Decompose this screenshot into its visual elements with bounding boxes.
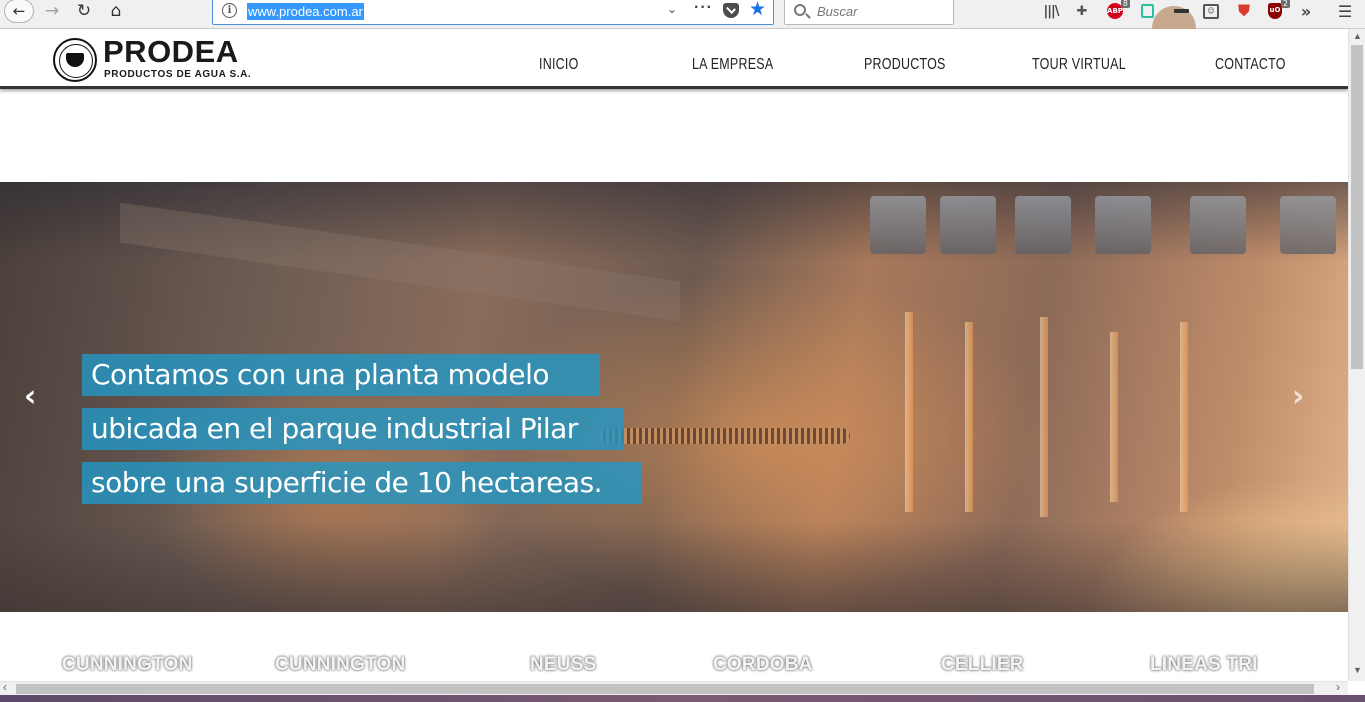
logo-name: PRODEA	[103, 34, 239, 69]
puzzle-icon[interactable]: ✚	[1073, 2, 1091, 20]
library-icon[interactable]: |||\	[1042, 2, 1060, 20]
star-icon[interactable]: ★	[749, 0, 766, 20]
reader-bar-icon[interactable]	[1172, 2, 1190, 20]
slider-next-icon[interactable]: ›	[1292, 382, 1304, 412]
search-icon	[794, 4, 806, 16]
reload-icon: ↻	[76, 1, 92, 21]
scroll-left-icon[interactable]: ‹	[3, 680, 7, 694]
scroll-right-icon[interactable]: ›	[1336, 680, 1340, 694]
hamburger-icon[interactable]: ☰	[1336, 2, 1354, 21]
machine-gear	[1015, 196, 1071, 254]
ublock-badge: 2	[1280, 0, 1290, 8]
adblock-badge: 8	[1120, 0, 1130, 8]
hero-caption-line: ubicada en el parque industrial Pilar	[82, 408, 624, 450]
horizontal-scrollbar[interactable]: ‹ ›	[0, 680, 1348, 695]
vertical-scrollbar[interactable]: ▲ ▼	[1348, 29, 1365, 681]
ublock-icon[interactable]: uO 2	[1266, 0, 1290, 20]
hero-shade-bottom	[0, 522, 1348, 612]
scroll-down-icon[interactable]: ▼	[1353, 665, 1362, 675]
privacy-shield-icon[interactable]: ⛊	[1235, 1, 1253, 20]
slider-prev-icon[interactable]: ‹	[24, 382, 36, 412]
machine-column	[905, 312, 913, 512]
hero-caption-line: sobre una superficie de 10 hectareas.	[82, 462, 642, 504]
product-link[interactable]: CUNNINGTON	[62, 654, 192, 676]
hero-caption-line: Contamos con una planta modelo	[82, 354, 600, 396]
site-info-icon[interactable]: i	[222, 3, 237, 18]
machine-column	[1180, 322, 1188, 512]
os-taskbar	[0, 695, 1365, 702]
scroll-up-icon[interactable]: ▲	[1353, 31, 1362, 41]
machine-column	[1110, 332, 1118, 502]
quality-seal-icon	[53, 38, 97, 82]
search-placeholder: Buscar	[817, 4, 858, 19]
horizontal-scroll-thumb[interactable]	[16, 684, 1314, 694]
machine-column	[1040, 317, 1048, 517]
product-link[interactable]: NEUSS	[530, 654, 596, 676]
logo-tagline: PRODUCTOS DE AGUA S.A.	[104, 69, 252, 80]
calendar-icon[interactable]: ☺	[1202, 2, 1220, 20]
page-actions-icon[interactable]: ···	[694, 0, 713, 17]
product-link[interactable]: CORDOBA	[713, 654, 813, 676]
nav-item-la-empresa[interactable]: LA EMPRESA	[692, 56, 773, 74]
nav-item-tour-virtual[interactable]: TOUR VIRTUAL	[1032, 56, 1126, 74]
forward-button[interactable]: →	[40, 0, 64, 22]
adblock-icon[interactable]: ABP 8	[1106, 0, 1130, 20]
search-bar[interactable]: Buscar	[784, 0, 954, 25]
product-link[interactable]: CELLIER	[941, 654, 1024, 676]
site-logo[interactable]: PRODEA PRODUCTOS DE AGUA S.A.	[53, 34, 263, 83]
machine-gear	[1190, 196, 1246, 254]
machine-gear	[1280, 196, 1336, 254]
vertical-scroll-thumb[interactable]	[1351, 45, 1363, 369]
machine-gear	[940, 196, 996, 254]
site-header: PRODEA PRODUCTOS DE AGUA S.A. INICIO LA …	[0, 29, 1348, 89]
machine-column	[965, 322, 973, 512]
url-text[interactable]: www.prodea.com.ar	[247, 3, 364, 20]
hero-slider: Contamos con una planta modelo ubicada e…	[0, 182, 1348, 612]
forward-arrow-icon: →	[44, 1, 60, 21]
home-icon: ⌂	[110, 1, 122, 21]
back-arrow-icon: ←	[12, 2, 26, 20]
machine-gear	[870, 196, 926, 254]
url-dropdown-icon[interactable]: ⌄	[667, 2, 677, 16]
browser-toolbar: ← → ↻ ⌂ i www.prodea.com.ar ⌄ ··· ★ Busc…	[0, 0, 1365, 29]
product-link[interactable]: LINEAS TRI	[1150, 654, 1258, 676]
back-button[interactable]: ←	[4, 0, 34, 23]
machine-gear	[1095, 196, 1151, 254]
url-bar[interactable]: i www.prodea.com.ar ⌄ ··· ★	[212, 0, 774, 25]
nav-item-contacto[interactable]: CONTACTO	[1215, 56, 1286, 74]
nav-item-inicio[interactable]: INICIO	[539, 56, 579, 74]
pocket-icon[interactable]	[723, 3, 739, 18]
overflow-chevron-icon[interactable]: »	[1297, 2, 1315, 21]
machine-spring	[600, 428, 850, 444]
home-button[interactable]: ⌂	[104, 0, 128, 22]
nav-item-productos[interactable]: PRODUCTOS	[864, 56, 946, 74]
product-link[interactable]: CUNNINGTON	[275, 654, 405, 676]
reload-button[interactable]: ↻	[72, 0, 96, 22]
